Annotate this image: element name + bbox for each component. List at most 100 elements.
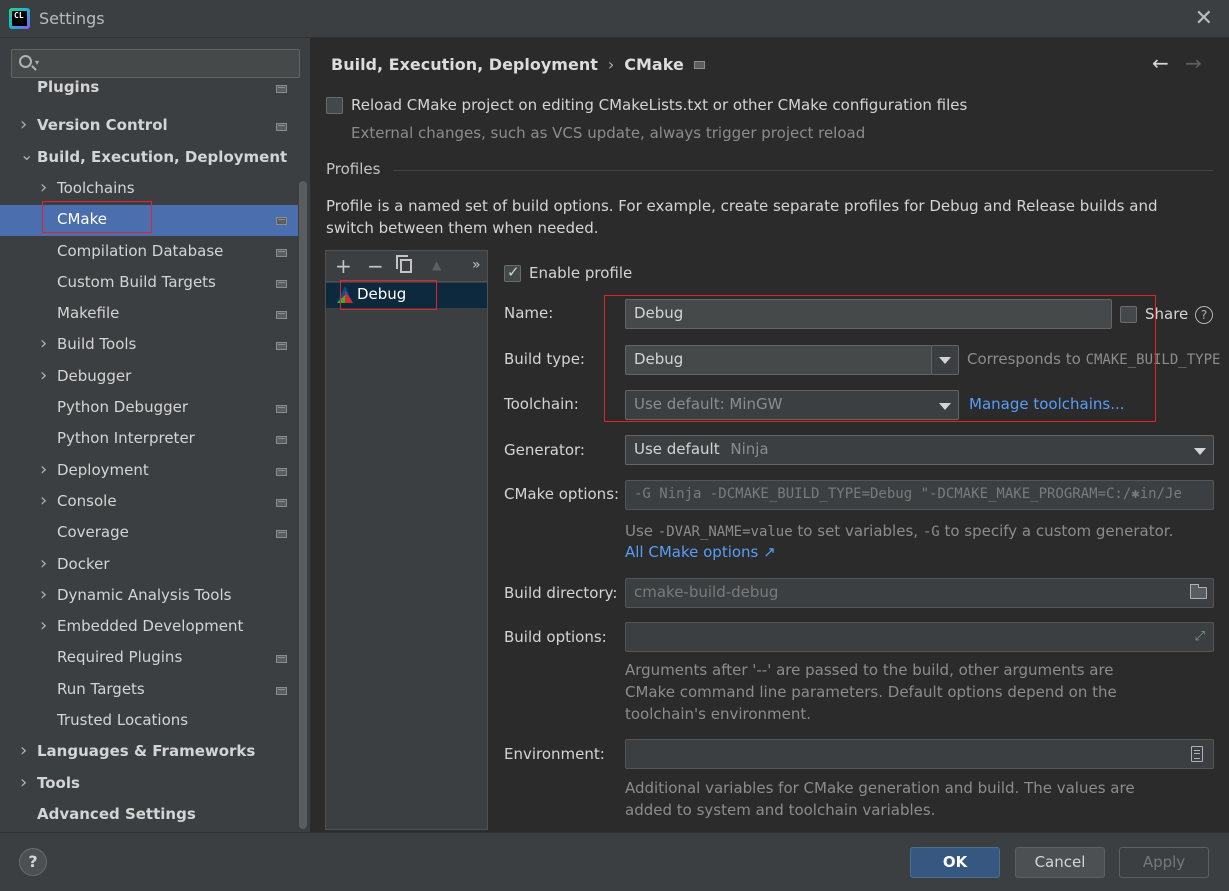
environment-input[interactable] [625, 739, 1214, 769]
profile-item-debug[interactable]: Debug [326, 283, 487, 308]
sidebar-item-coverage[interactable]: Coverage [0, 518, 298, 549]
build-options-label: Build options: [504, 628, 607, 646]
move-up-icon[interactable]: ▲ [432, 258, 441, 272]
toolchain-combobox[interactable]: Use default: MinGW [625, 390, 959, 420]
chevron-right-icon[interactable]: › [40, 553, 50, 574]
project-level-icon [276, 248, 287, 257]
sidebar-item-debugger[interactable]: › Debugger [0, 362, 298, 393]
sidebar-item-custom-build-targets[interactable]: Custom Build Targets [0, 268, 298, 299]
cmake-options-input[interactable]: -G Ninja -DCMAKE_BUILD_TYPE=Debug "-DCMA… [625, 480, 1214, 510]
help-circle-icon[interactable]: ? [1195, 306, 1213, 324]
sidebar-item-dynamic-analysis-tools[interactable]: › Dynamic Analysis Tools [0, 581, 298, 612]
chevron-down-icon[interactable]: ⌄ [20, 145, 33, 164]
share-checkbox[interactable] [1120, 306, 1137, 323]
cmake-settings-panel: Build, Execution, Deployment › CMake ← → R… [310, 38, 1229, 832]
chevron-right-icon[interactable]: › [40, 615, 50, 636]
chevron-right-icon[interactable]: › [40, 459, 50, 480]
sidebar-item-console[interactable]: › Console [0, 487, 298, 518]
build-type-combobox[interactable]: Debug [625, 345, 959, 375]
sidebar-item-label: Custom Build Targets [57, 272, 216, 291]
reload-cmake-label: Reload CMake project on editing CMakeLis… [351, 96, 968, 114]
sidebar-item-run-targets[interactable]: Run Targets [0, 675, 298, 706]
forward-arrow-icon[interactable]: → [1185, 51, 1202, 75]
build-type-hint-text: Corresponds to [967, 350, 1086, 368]
profiles-section-title: Profiles [326, 160, 381, 178]
build-directory-input[interactable]: cmake-build-debug [625, 578, 1214, 608]
sidebar-item-deployment[interactable]: › Deployment [0, 456, 298, 487]
profile-name-input[interactable]: Debug [625, 299, 1112, 329]
close-icon[interactable]: ✕ [1195, 6, 1213, 31]
sidebar-item-label: Dynamic Analysis Tools [57, 585, 232, 604]
profiles-description: Profile is a named set of build options.… [326, 197, 1158, 237]
sidebar-item-label: Required Plugins [57, 648, 183, 667]
enable-profile-checkbox[interactable] [504, 263, 521, 282]
sidebar-item-cmake[interactable]: CMake [0, 205, 298, 237]
chevron-down-icon[interactable] [931, 346, 958, 374]
sidebar-item-required-plugins[interactable]: Required Plugins [0, 643, 298, 674]
copy-profile-icon[interactable] [396, 255, 412, 273]
sidebar-item-languages-frameworks[interactable]: › Languages & Frameworks [0, 737, 298, 768]
environment-label: Environment: [504, 745, 605, 763]
toolchain-label: Toolchain: [504, 395, 579, 413]
chevron-right-icon[interactable]: › [40, 584, 50, 605]
chevron-right-icon[interactable]: › [40, 177, 50, 198]
chevron-right-icon[interactable]: › [20, 740, 30, 761]
sidebar-item-build-execution-deployment[interactable]: ⌄ Build, Execution, Deployment [0, 143, 298, 174]
reload-cmake-checkbox[interactable] [326, 97, 343, 114]
sidebar-item-toolchains[interactable]: › Toolchains [0, 174, 298, 205]
chevron-right-icon[interactable]: › [40, 365, 50, 386]
project-level-icon [276, 342, 287, 351]
chevron-right-icon[interactable]: › [20, 772, 30, 793]
search-input[interactable] [48, 54, 293, 74]
sidebar-scrollbar[interactable] [299, 181, 307, 829]
build-type-value: Debug [634, 350, 684, 368]
breadcrumb-current: CMake [624, 55, 684, 74]
all-cmake-options-link[interactable]: All CMake options ↗ [625, 543, 776, 561]
sidebar-item-label: Build, Execution, Deployment [37, 147, 288, 166]
generator-value: Use default [634, 440, 720, 458]
sidebar-item-tools[interactable]: › Tools [0, 769, 298, 800]
sidebar-item-embedded-development[interactable]: › Embedded Development [0, 612, 298, 643]
generator-combobox[interactable]: Use default Ninja [625, 435, 1214, 465]
chevron-right-icon[interactable]: › [40, 490, 50, 511]
apply-button[interactable]: Apply [1119, 847, 1209, 878]
folder-icon[interactable] [1190, 584, 1207, 599]
search-history-chevron-icon[interactable]: ▾ [35, 58, 39, 67]
build-options-input[interactable]: ⤢ [625, 622, 1214, 652]
cmake-options-hint: Use -DVAR_NAME=value to set variables, -… [625, 520, 1173, 543]
sidebar-item-version-control[interactable]: › Version Control [0, 111, 298, 142]
sidebar-item-advanced-settings[interactable]: Advanced Settings [0, 800, 298, 831]
sidebar-item-trusted-locations[interactable]: Trusted Locations [0, 706, 298, 737]
sidebar-item-plugins[interactable]: Plugins [0, 80, 298, 104]
sidebar-item-python-debugger[interactable]: Python Debugger [0, 393, 298, 424]
ok-button[interactable]: OK [910, 847, 1000, 878]
help-button[interactable]: ? [19, 848, 47, 876]
sidebar-item-build-tools[interactable]: › Build Tools [0, 330, 298, 361]
remove-profile-icon[interactable]: − [367, 254, 384, 278]
sidebar-item-label: Plugins [37, 80, 100, 96]
sidebar-item-makefile[interactable]: Makefile [0, 299, 298, 330]
toolchain-value: Use default: MinGW [634, 395, 783, 413]
sidebar-item-docker[interactable]: › Docker [0, 550, 298, 581]
project-level-icon [276, 467, 287, 476]
edit-environment-icon[interactable] [1191, 746, 1203, 762]
sidebar-item-compilation-database[interactable]: Compilation Database [0, 237, 298, 268]
search-box[interactable]: ▾ [11, 49, 300, 78]
section-divider [393, 170, 1213, 171]
back-arrow-icon[interactable]: ← [1152, 51, 1169, 75]
generator-label: Generator: [504, 441, 585, 459]
cancel-button[interactable]: Cancel [1015, 847, 1105, 878]
add-profile-icon[interactable]: + [335, 254, 352, 278]
build-type-label: Build type: [504, 350, 585, 368]
sidebar-item-python-interpreter[interactable]: Python Interpreter [0, 424, 298, 455]
chevron-right-icon[interactable]: › [20, 114, 30, 135]
expand-icon[interactable]: ⤢ [1195, 629, 1205, 644]
more-actions-icon[interactable]: » [472, 257, 481, 273]
project-level-icon [276, 686, 287, 695]
sidebar-item-label: CMake [57, 210, 107, 229]
chevron-right-icon[interactable]: › [40, 333, 50, 354]
breadcrumb-parent[interactable]: Build, Execution, Deployment [331, 55, 598, 74]
manage-toolchains-link[interactable]: Manage toolchains... [969, 395, 1125, 413]
share-label: Share [1145, 305, 1189, 323]
sidebar-item-label: Console [57, 491, 117, 510]
